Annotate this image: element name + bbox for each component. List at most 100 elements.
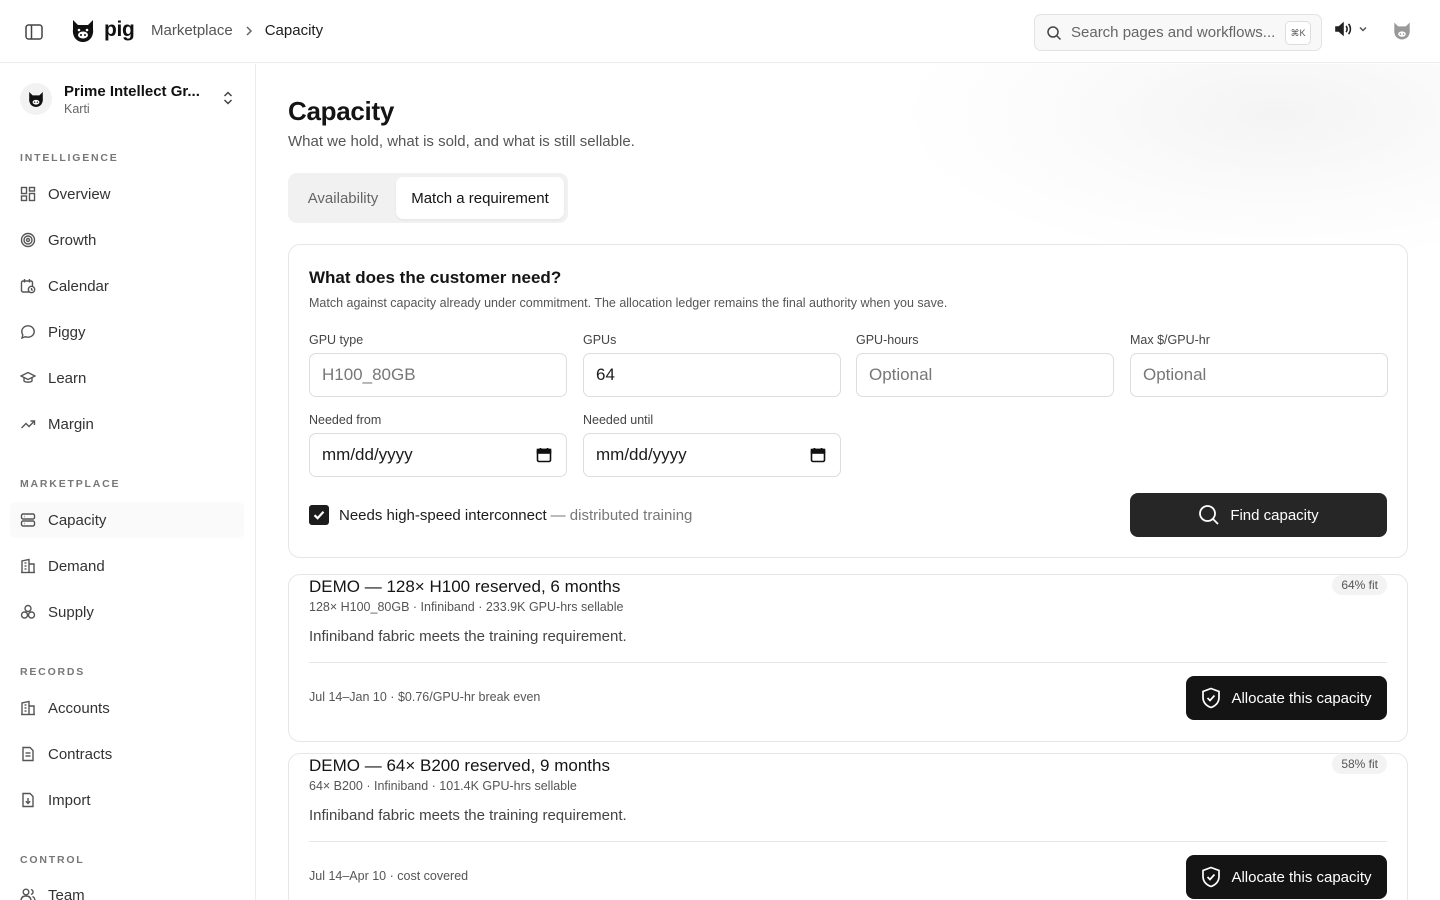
search-box[interactable]: ⌘K: [1034, 14, 1322, 51]
sidebar-item-label: Demand: [48, 557, 105, 575]
search-shortcut: ⌘K: [1285, 21, 1311, 45]
sidebar-item-label: Overview: [48, 185, 111, 203]
user-avatar-icon[interactable]: [1392, 20, 1412, 42]
shield-check-icon: [1202, 866, 1221, 888]
result-footer: Jul 14–Apr 10 · cost covered: [309, 869, 469, 883]
needed-until-field[interactable]: mm/dd/yyyy: [583, 433, 841, 477]
pig-logo-icon[interactable]: [70, 17, 96, 45]
sidebar-item-label: Contracts: [48, 745, 113, 763]
brand-name[interactable]: pig: [104, 18, 135, 42]
shield-check-icon: [1202, 687, 1221, 709]
sidebar-item-overview[interactable]: Overview: [10, 176, 244, 212]
interconnect-label: Needs high-speed interconnect: [339, 506, 547, 524]
max-price-field[interactable]: [1130, 353, 1388, 397]
top-bar: pig Marketplace Capacity ⌘K: [0, 0, 1440, 63]
sidebar-item-label: Import: [48, 791, 91, 809]
find-capacity-button[interactable]: Find capacity: [1130, 493, 1387, 537]
search-icon: [1199, 505, 1219, 525]
sidebar-item-calendar[interactable]: Calendar: [10, 268, 244, 304]
interconnect-checkbox[interactable]: [309, 505, 329, 525]
needed-from-value: mm/dd/yyyy: [322, 445, 413, 464]
result-title: DEMO — 128× H100 reserved, 6 months: [309, 577, 621, 596]
gpu-hours-label: GPU-hours: [856, 333, 919, 347]
find-capacity-label: Find capacity: [1230, 506, 1319, 524]
sidebar-item-growth[interactable]: Growth: [10, 222, 244, 258]
users-icon: [20, 888, 36, 900]
org-switcher[interactable]: Prime Intellect Gr... Karti: [20, 82, 240, 116]
sidebar-item-contracts[interactable]: Contracts: [10, 736, 244, 772]
sidebar-item-label: Margin: [48, 415, 94, 433]
gpu-type-label: GPU type: [309, 333, 364, 347]
search-input[interactable]: [1071, 24, 1283, 41]
max-price-label: Max $/GPU-hr: [1130, 333, 1210, 347]
divider: [309, 841, 1387, 842]
capacity-result-card: DEMO — 128× H100 reserved, 6 months 128×…: [288, 574, 1408, 742]
gpus-field[interactable]: [583, 353, 841, 397]
graduation-cap-icon: [20, 371, 36, 383]
breadcrumb: Marketplace Capacity: [151, 22, 323, 39]
chevron-down-icon: [1359, 26, 1367, 32]
chat-bubble-icon: [20, 325, 35, 340]
fit-badge: 64% fit: [1332, 575, 1387, 595]
sidebar-item-margin[interactable]: Margin: [10, 406, 244, 442]
sidebar-item-accounts[interactable]: Accounts: [10, 690, 244, 726]
sidebar-item-label: Piggy: [48, 323, 86, 341]
sidebar-item-label: Capacity: [48, 511, 107, 529]
gpu-hours-field[interactable]: [856, 353, 1114, 397]
tab-match-requirement[interactable]: Match a requirement: [396, 177, 564, 219]
sidebar-item-learn[interactable]: Learn: [10, 360, 244, 396]
sidebar-item-import[interactable]: Import: [10, 782, 244, 818]
tab-availability[interactable]: Availability: [294, 177, 392, 219]
section-label-marketplace: MARKETPLACE: [20, 478, 121, 490]
fit-badge: 58% fit: [1332, 754, 1387, 774]
gpu-type-field[interactable]: [309, 353, 567, 397]
sidebar-item-label: Team: [48, 886, 85, 900]
result-title: DEMO — 64× B200 reserved, 9 months: [309, 756, 610, 775]
chevron-right-icon: [244, 23, 254, 39]
result-note: Infiniband fabric meets the training req…: [309, 628, 627, 645]
trending-up-icon: [21, 420, 36, 429]
breadcrumb-marketplace[interactable]: Marketplace: [151, 22, 233, 39]
allocate-capacity-button[interactable]: Allocate this capacity: [1186, 855, 1387, 899]
target-icon: [20, 232, 36, 248]
requirement-form-card: What does the customer need? Match again…: [288, 244, 1408, 558]
building-icon: [21, 700, 35, 716]
boxes-icon: [20, 604, 36, 619]
allocate-capacity-label: Allocate this capacity: [1231, 868, 1372, 886]
allocate-capacity-button[interactable]: Allocate this capacity: [1186, 676, 1387, 720]
sound-menu-button[interactable]: [1334, 21, 1368, 37]
result-footer: Jul 14–Jan 10 · $0.76/GPU-hr break even: [309, 690, 541, 704]
import-icon: [22, 792, 34, 808]
sidebar-item-piggy[interactable]: Piggy: [10, 314, 244, 350]
calendar-icon[interactable]: [536, 447, 552, 468]
needed-from-label: Needed from: [309, 413, 382, 427]
tab-list: Availability Match a requirement: [288, 173, 568, 223]
sidebar-item-demand[interactable]: Demand: [10, 548, 244, 584]
section-label-control: CONTROL: [20, 854, 85, 866]
speaker-icon: [1335, 21, 1352, 37]
sidebar-item-label: Accounts: [48, 699, 110, 717]
calendar-clock-icon: [20, 279, 36, 294]
result-meta: 128× H100_80GB · Infiniband · 233.9K GPU…: [309, 600, 624, 614]
section-label-records: RECORDS: [20, 666, 86, 678]
sidebar-item-supply[interactable]: Supply: [10, 594, 244, 630]
search-icon: [1046, 25, 1062, 41]
sidebar-item-capacity[interactable]: Capacity: [10, 502, 244, 538]
result-meta: 64× B200 · Infiniband · 101.4K GPU-hrs s…: [309, 779, 577, 793]
needed-from-field[interactable]: mm/dd/yyyy: [309, 433, 567, 477]
sidebar-item-label: Growth: [48, 231, 97, 249]
sidebar-toggle-icon[interactable]: [22, 20, 46, 44]
form-title: What does the customer need?: [309, 268, 562, 287]
interconnect-checkbox-row[interactable]: Needs high-speed interconnect — distribu…: [309, 505, 692, 525]
needed-until-label: Needed until: [583, 413, 654, 427]
needed-until-value: mm/dd/yyyy: [596, 445, 687, 464]
sidebar-item-team[interactable]: Team: [10, 877, 244, 900]
calendar-icon[interactable]: [810, 447, 826, 468]
org-pig-icon: [20, 83, 52, 115]
sidebar-item-label: Supply: [48, 603, 94, 621]
document-icon: [22, 746, 34, 762]
building-icon: [21, 558, 35, 574]
sidebar-item-label: Learn: [48, 369, 87, 387]
capacity-result-card: DEMO — 64× B200 reserved, 9 months 64× B…: [288, 753, 1408, 900]
page-subtitle: What we hold, what is sold, and what is …: [288, 133, 635, 150]
